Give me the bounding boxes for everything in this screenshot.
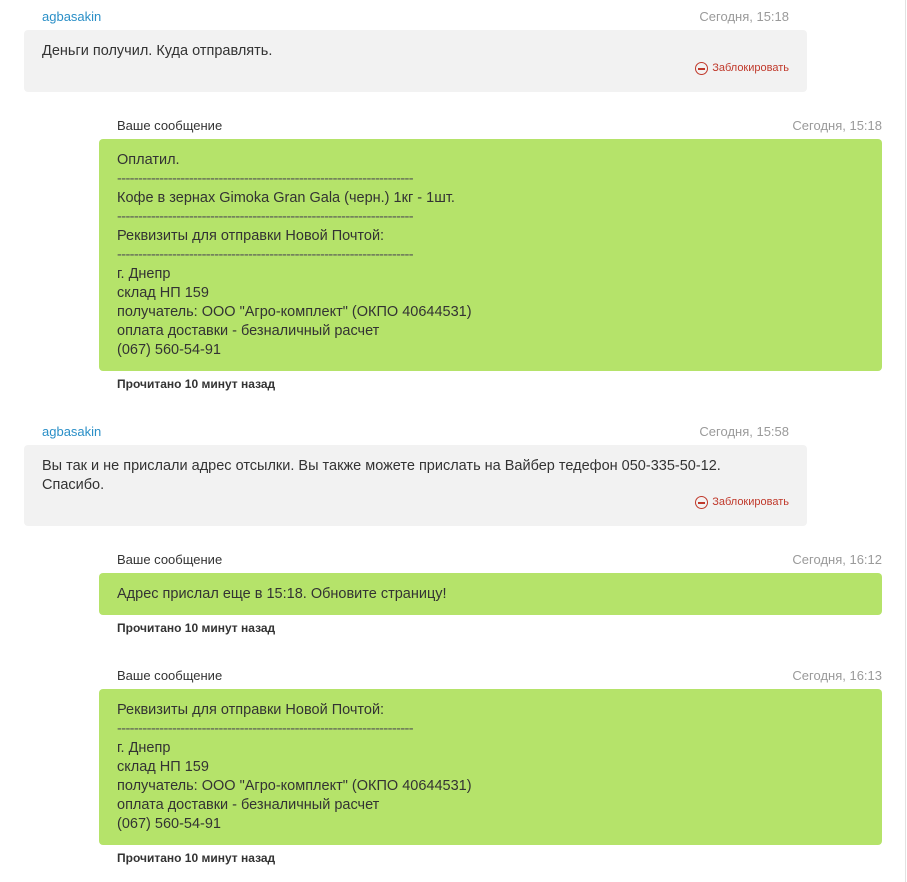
separator-line: ----------------------------------------… bbox=[117, 171, 414, 187]
read-status: Прочитано 10 минут назад bbox=[117, 851, 276, 865]
block-user-button[interactable]: Заблокировать bbox=[695, 59, 789, 78]
read-status: Прочитано 10 минут назад bbox=[117, 621, 276, 635]
outgoing-message: Ваше сообщение Сегодня, 16:13 Реквизиты … bbox=[99, 668, 882, 865]
message-time: Сегодня, 15:18 bbox=[792, 118, 882, 133]
message-text-line: Адрес прислал еще в 15:18. Обновите стра… bbox=[117, 586, 447, 602]
message-time: Сегодня, 15:18 bbox=[699, 9, 789, 24]
message-text-line: (067) 560-54-91 bbox=[117, 342, 221, 358]
scrollbar-divider bbox=[905, 0, 906, 882]
message-meta: Ваше сообщение Сегодня, 16:13 bbox=[99, 668, 882, 683]
sender-name: Ваше сообщение bbox=[117, 668, 223, 683]
sender-name-link[interactable]: agbasakin bbox=[42, 424, 101, 439]
message-time: Сегодня, 16:12 bbox=[792, 552, 882, 567]
message-text-line: Реквизиты для отправки Новой Почтой: bbox=[117, 228, 385, 244]
block-user-button[interactable]: Заблокировать bbox=[695, 493, 789, 512]
message-text-line: Кофе в зернах Gimoka Gran Gala (черн.) 1… bbox=[117, 190, 455, 206]
message-meta: agbasakin Сегодня, 15:18 bbox=[24, 9, 807, 25]
sender-name: Ваше сообщение bbox=[117, 552, 223, 567]
message-text-line: оплата доставки - безналичный расчет bbox=[117, 797, 380, 813]
message-bubble: Вы так и не прислали адрес отсылки. Вы т… bbox=[24, 445, 807, 526]
message-meta: Ваше сообщение Сегодня, 16:12 bbox=[99, 552, 882, 567]
message-text-line: Деньги получил. Куда отправлять. bbox=[42, 43, 273, 59]
block-user-label: Заблокировать bbox=[712, 62, 789, 74]
message-bubble: Деньги получил. Куда отправлять. Заблоки… bbox=[24, 30, 807, 92]
sender-name: Ваше сообщение bbox=[117, 118, 223, 133]
message-time: Сегодня, 16:13 bbox=[792, 668, 882, 683]
message-text-line: (067) 560-54-91 bbox=[117, 816, 221, 832]
message-text-line: получатель: ООО "Агро-комплект" (ОКПО 40… bbox=[117, 304, 472, 320]
separator-line: ----------------------------------------… bbox=[117, 209, 414, 225]
sender-name-link[interactable]: agbasakin bbox=[42, 9, 101, 24]
block-icon bbox=[695, 62, 709, 75]
message-text-line: Спасибо. bbox=[42, 477, 105, 493]
message-text-line: г. Днепр bbox=[117, 740, 171, 756]
message-text-line: склад НП 159 bbox=[117, 285, 209, 301]
separator-line: ----------------------------------------… bbox=[117, 247, 414, 263]
message-text-line: склад НП 159 bbox=[117, 759, 209, 775]
message-meta: Ваше сообщение Сегодня, 15:18 bbox=[99, 118, 882, 133]
message-text-line: Вы так и не прислали адрес отсылки. Вы т… bbox=[42, 458, 721, 474]
block-user-label: Заблокировать bbox=[712, 496, 789, 508]
outgoing-message: Ваше сообщение Сегодня, 16:12 Адрес прис… bbox=[99, 552, 882, 635]
message-bubble: Оплатил. -------------------------------… bbox=[99, 139, 882, 371]
block-icon bbox=[695, 496, 709, 509]
message-text-line: Оплатил. bbox=[117, 152, 180, 168]
message-bubble: Адрес прислал еще в 15:18. Обновите стра… bbox=[99, 573, 882, 615]
message-text-line: получатель: ООО "Агро-комплект" (ОКПО 40… bbox=[117, 778, 472, 794]
separator-line: ----------------------------------------… bbox=[117, 721, 414, 737]
incoming-message: agbasakin Сегодня, 15:58 Вы так и не при… bbox=[24, 424, 807, 526]
message-text-line: Реквизиты для отправки Новой Почтой: bbox=[117, 702, 385, 718]
message-text-line: оплата доставки - безналичный расчет bbox=[117, 323, 380, 339]
outgoing-message: Ваше сообщение Сегодня, 15:18 Оплатил. -… bbox=[99, 118, 882, 391]
message-text-line: г. Днепр bbox=[117, 266, 171, 282]
message-bubble: Реквизиты для отправки Новой Почтой: ---… bbox=[99, 689, 882, 845]
read-status: Прочитано 10 минут назад bbox=[117, 377, 276, 391]
message-meta: agbasakin Сегодня, 15:58 bbox=[24, 424, 807, 440]
message-time: Сегодня, 15:58 bbox=[699, 424, 789, 439]
incoming-message: agbasakin Сегодня, 15:18 Деньги получил.… bbox=[24, 9, 807, 92]
